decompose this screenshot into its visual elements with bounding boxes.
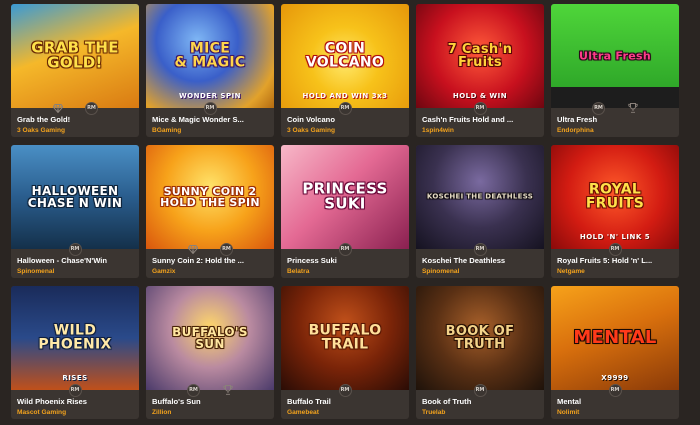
game-thumbnail[interactable]: BOOK OF TRUTH [416, 286, 544, 390]
game-info: Mice & Magic Wonder S... BGaming [146, 108, 274, 136]
game-info: Royal Fruits 5: Hold 'n' L... Netgame [551, 249, 679, 277]
game-thumbnail[interactable]: Ultra Fresh [551, 4, 679, 108]
game-thumbnail[interactable]: MICE & MAGIC WONDER SPIN [146, 4, 274, 108]
game-thumbnail[interactable]: 7 Cash'n Fruits HOLD & WIN [416, 4, 544, 108]
game-thumbnail[interactable]: SUNNY COIN 2 HOLD THE SPIN [146, 145, 274, 249]
game-provider[interactable]: Nolimit [557, 408, 673, 418]
game-info: Wild Phoenix Rises Mascot Gaming [11, 390, 139, 418]
game-art-title: HALLOWEEN CHASE N WIN [27, 183, 123, 210]
game-thumbnail[interactable]: KOSCHEI THE DEATHLESS [416, 145, 544, 249]
game-art-title: 7 Cash'n Fruits [447, 41, 513, 70]
game-provider[interactable]: Zillion [152, 408, 268, 418]
game-card[interactable]: KOSCHEI THE DEATHLESS RM Koschei The Death… [416, 145, 544, 278]
game-art-title: GRAB THE GOLD! [31, 38, 119, 72]
game-info: Mental Nolimit [551, 390, 679, 418]
game-name[interactable]: Mental [557, 397, 673, 407]
game-name[interactable]: Buffalo's Sun [152, 397, 268, 407]
game-provider[interactable]: Belatra [287, 267, 403, 277]
game-info: Sunny Coin 2: Hold the ... Gamzix [146, 249, 274, 277]
game-art-subtitle: HOLD 'N' LINK 5 [579, 233, 651, 241]
game-name[interactable]: Ultra Fresh [557, 115, 673, 125]
game-info: Buffalo's Sun Zillion [146, 390, 274, 418]
game-name[interactable]: Wild Phoenix Rises [17, 397, 133, 407]
game-provider[interactable]: 3 Oaks Gaming [17, 126, 133, 136]
game-thumbnail[interactable]: PRINCESS SUKI [281, 145, 409, 249]
game-art-title: BOOK OF TRUTH [445, 323, 515, 352]
game-art-title: MICE & MAGIC [174, 40, 246, 71]
game-info: Grab the Gold! 3 Oaks Gaming [11, 108, 139, 136]
game-art-subtitle: HOLD AND WIN 3x3 [302, 92, 388, 100]
game-info: Ultra Fresh Endorphina [551, 108, 679, 136]
game-provider[interactable]: Spinomenal [17, 267, 133, 277]
game-card[interactable]: MENTAL X9999 RM Mental Nolimit [551, 286, 679, 419]
game-thumbnail[interactable]: BUFFALO'S SUN [146, 286, 274, 390]
game-thumbnail[interactable]: HALLOWEEN CHASE N WIN [11, 145, 139, 249]
game-provider[interactable]: Netgame [557, 267, 673, 277]
game-card[interactable]: BUFFALO TRAIL RM Buffalo Trail Gamebeat [281, 286, 409, 419]
game-name[interactable]: Mice & Magic Wonder S... [152, 115, 268, 125]
game-art-title: WILD PHOENIX [38, 322, 112, 353]
game-name[interactable]: Coin Volcano [287, 115, 403, 125]
game-name[interactable]: Halloween - Chase'N'Win [17, 256, 133, 266]
game-info: Cash'n Fruits Hold and ... 1spin4win [416, 108, 544, 136]
game-thumbnail[interactable]: ROYAL FRUITS HOLD 'N' LINK 5 [551, 145, 679, 249]
game-info: Princess Suki Belatra [281, 249, 409, 277]
game-card[interactable]: BUFFALO'S SUN RM Buffalo's Sun Zillion [146, 286, 274, 419]
game-card[interactable]: 7 Cash'n Fruits HOLD & WIN RM Cash'n Fruits… [416, 4, 544, 137]
game-card[interactable]: PRINCESS SUKI RM Princess Suki Belatra [281, 145, 409, 278]
game-art-title: BUFFALO'S SUN [172, 324, 248, 351]
game-info: Book of Truth Truelab [416, 390, 544, 418]
game-provider[interactable]: Spinomenal [422, 267, 538, 277]
game-art-title: KOSCHEI THE DEATHLESS [426, 192, 534, 201]
game-art-subtitle: WONDER SPIN [178, 92, 242, 100]
game-thumbnail[interactable]: GRAB THE GOLD! [11, 4, 139, 108]
game-name[interactable]: Book of Truth [422, 397, 538, 407]
game-provider[interactable]: Truelab [422, 408, 538, 418]
game-art-title: ROYAL FRUITS [585, 181, 645, 212]
game-card[interactable]: HALLOWEEN CHASE N WIN RM Halloween - Chase… [11, 145, 139, 278]
game-art-title: Ultra Fresh [578, 49, 651, 63]
game-art-subtitle: HOLD & WIN [452, 92, 508, 100]
game-art-title: MENTAL [573, 326, 657, 348]
game-name[interactable]: Buffalo Trail [287, 397, 403, 407]
game-card[interactable]: BOOK OF TRUTH RM Book of Truth Truelab [416, 286, 544, 419]
game-card[interactable]: GRAB THE GOLD! RM Grab the Gold! 3 Oaks Gam… [11, 4, 139, 137]
game-provider[interactable]: Endorphina [557, 126, 673, 136]
game-name[interactable]: Royal Fruits 5: Hold 'n' L... [557, 256, 673, 266]
game-provider[interactable]: Mascot Gaming [17, 408, 133, 418]
game-art-title: BUFFALO TRAIL [308, 322, 382, 353]
game-card[interactable]: MICE & MAGIC WONDER SPIN RM Mice & Magic Wo… [146, 4, 274, 137]
game-thumbnail[interactable]: MENTAL X9999 [551, 286, 679, 390]
game-provider[interactable]: 1spin4win [422, 126, 538, 136]
game-art-subtitle: RISES [62, 374, 88, 382]
game-provider[interactable]: BGaming [152, 126, 268, 136]
game-name[interactable]: Koschei The Deathless [422, 256, 538, 266]
game-grid: GRAB THE GOLD! RM Grab the Gold! 3 Oaks Gam… [11, 4, 679, 419]
game-name[interactable]: Grab the Gold! [17, 115, 133, 125]
game-info: Halloween - Chase'N'Win Spinomenal [11, 249, 139, 277]
game-art-title: PRINCESS SUKI [302, 179, 388, 213]
game-name[interactable]: Sunny Coin 2: Hold the ... [152, 256, 268, 266]
game-name[interactable]: Princess Suki [287, 256, 403, 266]
game-thumbnail[interactable]: COIN VOLCANO HOLD AND WIN 3x3 [281, 4, 409, 108]
game-info: Coin Volcano 3 Oaks Gaming [281, 108, 409, 136]
game-provider[interactable]: Gamebeat [287, 408, 403, 418]
game-info: Buffalo Trail Gamebeat [281, 390, 409, 418]
game-provider[interactable]: 3 Oaks Gaming [287, 126, 403, 136]
game-thumbnail[interactable]: WILD PHOENIX RISES [11, 286, 139, 390]
game-card[interactable]: Ultra Fresh RM Ultra Fresh Endorphina [551, 4, 679, 137]
game-art-title: COIN VOLCANO [305, 40, 385, 71]
game-card[interactable]: ROYAL FRUITS HOLD 'N' LINK 5 RM Royal Fruit… [551, 145, 679, 278]
game-provider[interactable]: Gamzix [152, 267, 268, 277]
game-art-title: SUNNY COIN 2 HOLD THE SPIN [160, 184, 260, 209]
game-art-subtitle: X9999 [601, 374, 629, 382]
game-info: Koschei The Deathless Spinomenal [416, 249, 544, 277]
game-card[interactable]: WILD PHOENIX RISES RM Wild Phoenix Rises Mas… [11, 286, 139, 419]
game-thumbnail[interactable]: BUFFALO TRAIL [281, 286, 409, 390]
game-name[interactable]: Cash'n Fruits Hold and ... [422, 115, 538, 125]
game-card[interactable]: COIN VOLCANO HOLD AND WIN 3x3 RM Coin Volca… [281, 4, 409, 137]
game-card[interactable]: SUNNY COIN 2 HOLD THE SPIN RM Sunny Coin 2… [146, 145, 274, 278]
